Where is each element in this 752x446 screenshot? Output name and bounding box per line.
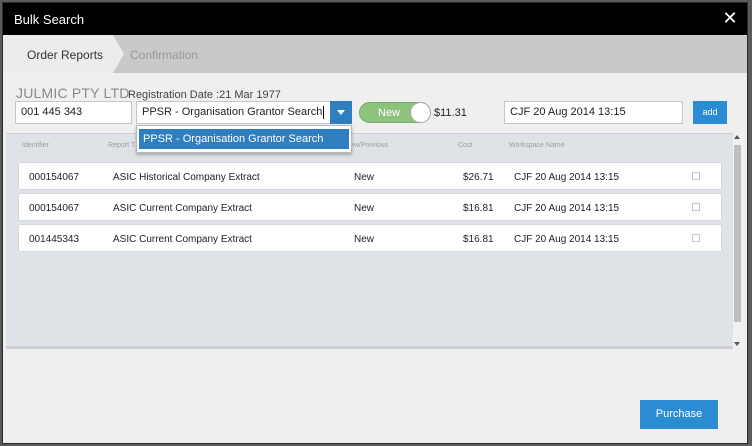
wizard-steps: Order Reports Confirmation	[3, 35, 747, 73]
row-cost: $16.81	[463, 203, 494, 214]
scroll-up-icon[interactable]	[734, 135, 740, 139]
purchase-button[interactable]: Purchase	[640, 400, 718, 429]
step-order-reports[interactable]: Order Reports	[3, 35, 113, 73]
row-cost: $16.81	[463, 234, 494, 245]
close-icon[interactable]: ✕	[721, 9, 739, 27]
row-identifier: 000154067	[29, 172, 80, 183]
registration-date: Registration Date :21 Mar 1977	[128, 89, 281, 101]
col-workspace-name: Workspace Name	[509, 142, 565, 149]
row-status: New	[354, 203, 375, 214]
row-checkbox[interactable]	[692, 203, 700, 211]
cost-value: $11.31	[434, 107, 467, 119]
row-identifier: 000154067	[29, 203, 80, 214]
col-report-type: Report T	[108, 142, 136, 149]
orders-table: Identifier Report T New/Previous Cost Wo…	[6, 133, 733, 349]
row-workspace: CJF 20 Aug 2014 13:15	[514, 234, 620, 245]
add-button[interactable]: add	[693, 101, 727, 124]
scroll-down-icon[interactable]	[734, 342, 740, 346]
row-workspace: CJF 20 Aug 2014 13:15	[514, 172, 620, 183]
row-status: New	[354, 234, 375, 245]
row-report: ASIC Current Company Extract	[113, 203, 252, 214]
toggle-label: New	[378, 107, 401, 119]
row-cost: $26.71	[463, 172, 494, 183]
table-row[interactable]: 000154067 ASIC Historical Company Extrac…	[18, 162, 722, 190]
row-report: ASIC Historical Company Extract	[113, 172, 260, 183]
table-row[interactable]: 000154067 ASIC Current Company Extract N…	[18, 193, 722, 221]
table-header: Identifier Report T New/Previous Cost Wo…	[6, 134, 733, 156]
dialog-title: Bulk Search	[14, 12, 85, 27]
dropdown-option[interactable]: PPSR - Organisation Grantor Search	[139, 129, 349, 149]
row-workspace: CJF 20 Aug 2014 13:15	[514, 203, 620, 214]
report-type-dropdown: PPSR - Organisation Grantor Search	[136, 125, 352, 153]
chevron-down-icon[interactable]	[330, 101, 352, 124]
identifier-input[interactable]: 001 445 343	[15, 101, 132, 124]
title-bar: Bulk Search ✕	[3, 3, 747, 35]
col-identifier: Identifier	[22, 142, 49, 149]
text-caret	[323, 105, 325, 119]
company-name: JULMIC PTY LTD	[16, 85, 130, 101]
table-row[interactable]: 001445343 ASIC Current Company Extract N…	[18, 224, 722, 252]
row-checkbox[interactable]	[692, 234, 700, 242]
report-type-value: PPSR - Organisation Grantor Search	[142, 106, 323, 118]
report-type-select[interactable]: PPSR - Organisation Grantor Search	[136, 101, 331, 124]
col-cost: Cost	[458, 142, 473, 149]
row-checkbox[interactable]	[692, 172, 700, 180]
row-status: New	[354, 172, 375, 183]
step-confirmation[interactable]: Confirmation	[130, 48, 198, 62]
new-previous-toggle[interactable]: New	[359, 102, 431, 123]
scrollbar-thumb[interactable]	[734, 145, 741, 322]
toggle-knob[interactable]	[410, 102, 431, 123]
row-identifier: 001445343	[29, 234, 80, 245]
row-report: ASIC Current Company Extract	[113, 234, 252, 245]
workspace-input[interactable]: CJF 20 Aug 2014 13:15	[504, 101, 683, 124]
step-order-reports-label: Order Reports	[27, 48, 104, 62]
step-arrow	[113, 35, 124, 73]
bulk-search-dialog: Bulk Search ✕ Order Reports Confirmation…	[3, 3, 747, 443]
